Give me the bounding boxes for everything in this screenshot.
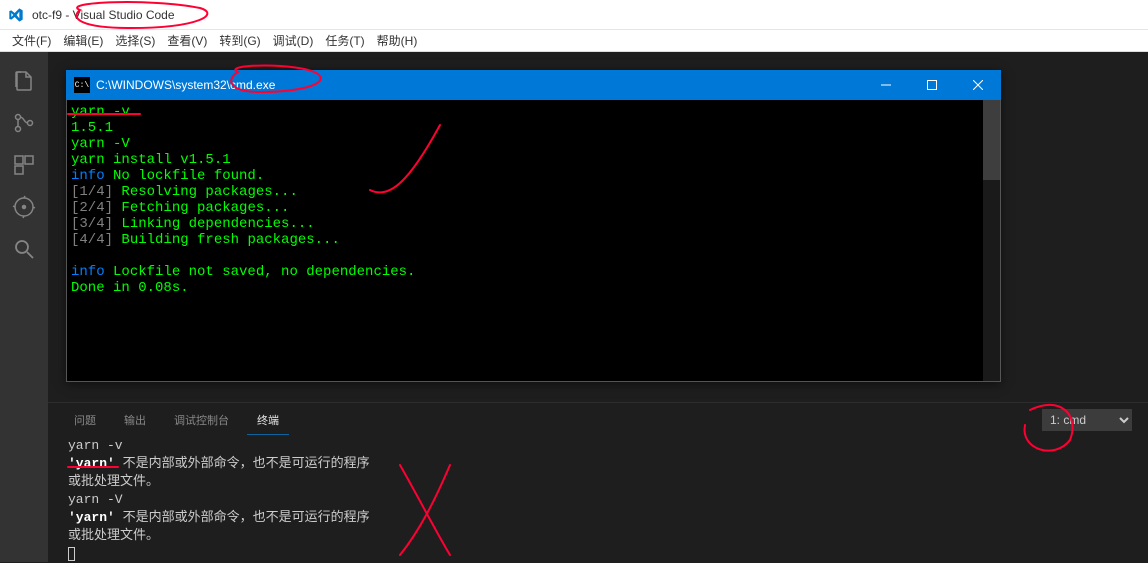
tab-output[interactable]: 输出 (114, 406, 156, 434)
cmd-line: info (71, 264, 105, 280)
cmd-line: yarn -v (71, 104, 130, 120)
editor-area: C:\ C:\WINDOWS\system32\cmd.exe yarn -v … (48, 52, 1148, 562)
title-bar: otc-f9 - Visual Studio Code (0, 0, 1148, 30)
term-line: yarn -v (68, 437, 1128, 455)
term-line: 不是内部或外部命令，也不是可运行的程序 (115, 510, 370, 525)
menu-select[interactable]: 选择(S) (109, 30, 161, 51)
activity-bar (0, 52, 48, 562)
menu-debug[interactable]: 调试(D) (267, 30, 320, 51)
explorer-icon[interactable] (0, 60, 48, 102)
cmd-line: yarn -V (71, 136, 130, 152)
cmd-body[interactable]: yarn -v 1.5.1 yarn -V yarn install v1.5.… (66, 100, 1001, 382)
cmd-line: info (71, 168, 105, 184)
menu-goto[interactable]: 转到(G) (213, 30, 266, 51)
tab-debug-console[interactable]: 调试控制台 (164, 406, 239, 434)
cmd-line: [2/4] (71, 200, 113, 216)
maximize-button[interactable] (909, 70, 955, 100)
terminal-cursor (68, 547, 75, 561)
menu-view[interactable]: 查看(V) (161, 30, 213, 51)
cmd-scrollbar-thumb[interactable] (983, 100, 1000, 180)
menu-bar: 文件(F) 编辑(E) 选择(S) 查看(V) 转到(G) 调试(D) 任务(T… (0, 30, 1148, 52)
window-title: otc-f9 - Visual Studio Code (32, 8, 175, 22)
cmd-line: Building fresh packages... (113, 232, 340, 248)
term-line: yarn -V (68, 491, 1128, 509)
cmd-scrollbar[interactable] (983, 100, 1000, 381)
cmd-line: Done in 0.08s. (71, 280, 189, 296)
cmd-line: 1.5.1 (71, 120, 113, 136)
tab-terminal[interactable]: 终端 (247, 406, 289, 435)
menu-edit[interactable]: 编辑(E) (57, 30, 109, 51)
cmd-line: No lockfile found. (105, 168, 265, 184)
term-line: 或批处理文件。 (68, 527, 1128, 545)
cmd-icon: C:\ (74, 77, 90, 93)
cmd-titlebar[interactable]: C:\ C:\WINDOWS\system32\cmd.exe (66, 70, 1001, 100)
terminal-select[interactable]: 1: cmd (1042, 409, 1132, 431)
term-line: 或批处理文件。 (68, 473, 1128, 491)
source-control-icon[interactable] (0, 102, 48, 144)
cmd-window: C:\ C:\WINDOWS\system32\cmd.exe yarn -v … (66, 70, 1001, 382)
panel: 问题 输出 调试控制台 终端 1: cmd yarn -v 'yarn' 不是内… (48, 402, 1148, 562)
cmd-line: Fetching packages... (113, 200, 289, 216)
term-line: 'yarn' (68, 456, 115, 471)
minimize-button[interactable] (863, 70, 909, 100)
cmd-title: C:\WINDOWS\system32\cmd.exe (96, 78, 863, 92)
cmd-line: yarn install v1.5.1 (71, 152, 231, 168)
cmd-line: Lockfile not saved, no dependencies. (105, 264, 416, 280)
menu-file[interactable]: 文件(F) (6, 30, 57, 51)
menu-help[interactable]: 帮助(H) (371, 30, 424, 51)
tab-problems[interactable]: 问题 (64, 406, 106, 434)
term-line: 不是内部或外部命令，也不是可运行的程序 (115, 456, 370, 471)
panel-tabs: 问题 输出 调试控制台 终端 1: cmd (48, 403, 1148, 437)
cmd-line: [3/4] (71, 216, 113, 232)
close-button[interactable] (955, 70, 1001, 100)
cmd-line: [1/4] (71, 184, 113, 200)
vscode-logo-icon (8, 7, 24, 23)
debug-icon[interactable] (0, 186, 48, 228)
cmd-line: [4/4] (71, 232, 113, 248)
term-line: 'yarn' (68, 510, 115, 525)
extensions-icon[interactable] (0, 144, 48, 186)
search-icon[interactable] (0, 228, 48, 270)
menu-tasks[interactable]: 任务(T) (319, 30, 370, 51)
terminal-body[interactable]: yarn -v 'yarn' 不是内部或外部命令，也不是可运行的程序 或批处理文… (48, 437, 1148, 563)
cmd-line: Linking dependencies... (113, 216, 315, 232)
cmd-line: Resolving packages... (113, 184, 298, 200)
